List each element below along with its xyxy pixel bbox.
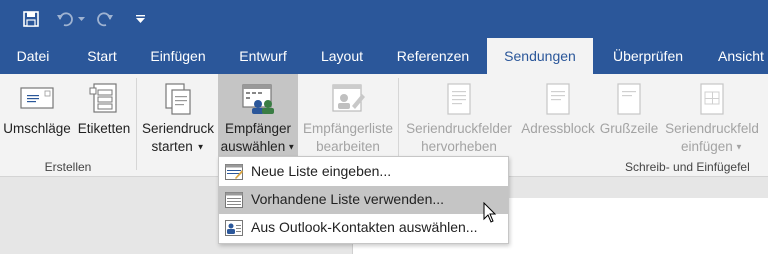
empfaengerliste-line2: bearbeiten xyxy=(316,139,380,154)
edit-recipient-list-icon xyxy=(330,82,366,121)
tab-start[interactable]: Start xyxy=(74,38,130,74)
menu-item-neue-liste[interactable]: Neue Liste eingeben... xyxy=(219,158,508,186)
grusszeile-button[interactable]: Grußzeile xyxy=(598,74,660,158)
envelope-icon xyxy=(19,82,55,117)
einfuegen-line1: Seriendruckfeld xyxy=(665,121,759,136)
undo-dropdown-icon[interactable] xyxy=(76,8,86,30)
tab-ueberpruefen[interactable]: Überprüfen xyxy=(600,38,696,74)
etiketten-label: Etiketten xyxy=(77,121,131,136)
insert-merge-field-icon xyxy=(697,82,727,121)
empfaengerliste-bearbeiten-button[interactable]: Empfängerliste bearbeiten xyxy=(299,74,397,158)
empfaenger-line1: Empfänger xyxy=(224,121,292,136)
hervorheben-line1: Seriendruckfelder xyxy=(406,121,512,136)
empfaenger-line2: auswählen xyxy=(220,139,286,154)
empfaenger-auswaehlen-label: Empfänger auswählen ▼ xyxy=(218,120,298,156)
chevron-down-icon: ▼ xyxy=(285,142,296,152)
redo-icon[interactable] xyxy=(94,8,116,30)
group-label-schreib-einfuege: Schreib- und Einfügefel xyxy=(625,160,750,174)
empfaengerliste-line1: Empfängerliste xyxy=(302,121,394,136)
umschlaege-button[interactable]: Umschläge xyxy=(0,74,74,158)
tab-ansicht[interactable]: Ansicht xyxy=(706,38,768,74)
highlight-fields-icon xyxy=(444,82,474,121)
undo-icon[interactable] xyxy=(54,8,76,30)
seriendruck-starten-button[interactable]: Seriendruck starten ▼ xyxy=(139,74,217,158)
group-separator xyxy=(136,78,137,170)
empfaenger-auswaehlen-button[interactable]: Empfänger auswählen ▼ xyxy=(218,74,298,158)
adressblock-button[interactable]: Adressblock xyxy=(518,74,598,158)
customize-icon[interactable] xyxy=(132,8,148,30)
start-mail-merge-icon xyxy=(162,82,194,121)
umschlaege-label: Umschläge xyxy=(3,121,71,136)
quick-access-toolbar xyxy=(0,0,768,38)
menu-item-label: Aus Outlook-Kontakten auswählen... xyxy=(251,219,478,235)
empfaengerliste-label: Empfängerliste bearbeiten xyxy=(299,120,397,156)
group-label-erstellen: Erstellen xyxy=(44,160,92,174)
tab-einfuegen[interactable]: Einfügen xyxy=(140,38,216,74)
chevron-down-icon: ▼ xyxy=(732,142,743,152)
seriendruck-line1: Seriendruck xyxy=(141,121,215,136)
adressblock-label: Adressblock xyxy=(521,121,595,136)
seriendruck-line2: starten xyxy=(151,139,193,154)
menu-item-label: Neue Liste eingeben... xyxy=(251,163,392,179)
labels-icon xyxy=(88,82,120,121)
seriendruckfelder-hervorheben-label: Seriendruckfelder hervorheben xyxy=(401,120,517,156)
tab-datei[interactable]: Datei xyxy=(0,38,66,74)
hervorheben-line2: hervorheben xyxy=(421,139,497,154)
grusszeile-label: Grußzeile xyxy=(599,121,659,136)
etiketten-button[interactable]: Etiketten xyxy=(74,74,134,158)
seriendruckfeld-einfuegen-label: Seriendruckfeld einfügen ▼ xyxy=(660,120,764,156)
mouse-pointer-icon xyxy=(483,201,497,229)
tab-sendungen[interactable]: Sendungen xyxy=(487,38,593,74)
tab-entwurf[interactable]: Entwurf xyxy=(228,38,298,74)
seriendruck-starten-label: Seriendruck starten ▼ xyxy=(139,120,217,156)
tab-layout[interactable]: Layout xyxy=(310,38,374,74)
menu-item-vorhandene-liste[interactable]: Vorhandene Liste verwenden... xyxy=(219,186,508,214)
outlook-contacts-icon xyxy=(225,220,243,236)
address-block-icon xyxy=(543,82,573,121)
menu-item-outlook-kontakte[interactable]: Aus Outlook-Kontakten auswählen... xyxy=(219,214,508,242)
menu-item-label: Vorhandene Liste verwenden... xyxy=(251,191,445,207)
select-recipients-icon xyxy=(240,82,276,121)
tab-referenzen[interactable]: Referenzen xyxy=(386,38,480,74)
existing-list-icon xyxy=(225,192,243,208)
seriendruckfeld-einfuegen-button[interactable]: Seriendruckfeld einfügen ▼ xyxy=(660,74,764,158)
einfuegen-line2: einfügen xyxy=(681,139,733,154)
chevron-down-icon: ▼ xyxy=(196,142,205,152)
greeting-line-icon xyxy=(614,82,644,121)
save-icon[interactable] xyxy=(20,8,42,30)
new-list-icon xyxy=(225,164,243,180)
select-recipients-dropdown: Neue Liste eingeben... Vorhandene Liste … xyxy=(218,156,509,244)
ribbon-tabs: Datei Start Einfügen Entwurf Layout Refe… xyxy=(0,38,768,74)
seriendruckfelder-hervorheben-button[interactable]: Seriendruckfelder hervorheben xyxy=(401,74,517,158)
